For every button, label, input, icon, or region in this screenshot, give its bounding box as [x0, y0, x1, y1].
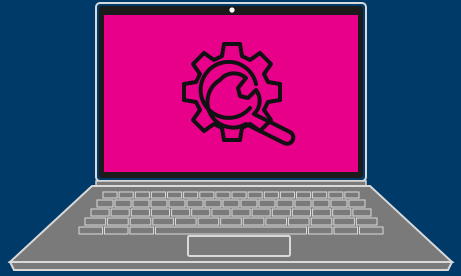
screen [104, 15, 358, 172]
touchpad [187, 235, 291, 257]
front-edge [8, 261, 454, 271]
laptop-graphic [0, 0, 461, 276]
webcam-icon [229, 7, 235, 13]
laptop-lid [95, 2, 367, 182]
laptop-illustration [0, 0, 461, 276]
